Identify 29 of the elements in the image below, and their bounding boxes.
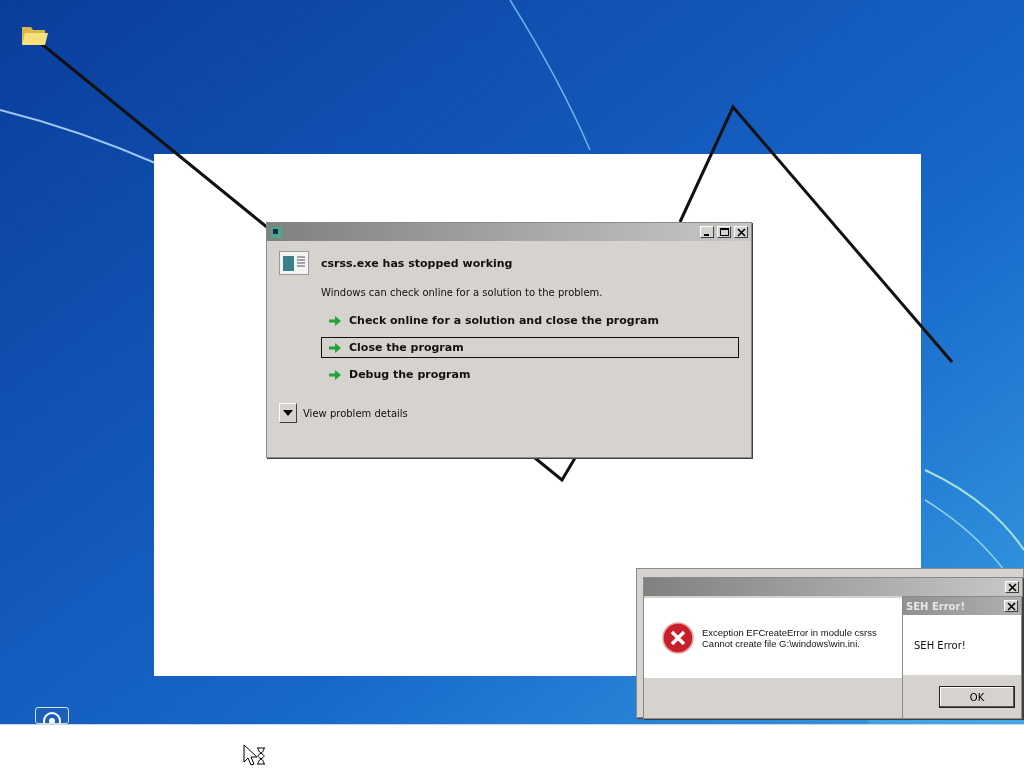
close-button[interactable] — [734, 226, 748, 238]
maximize-icon — [719, 228, 729, 236]
dialog-message: Windows can check online for a solution to the problem. — [321, 287, 604, 298]
ok-button[interactable]: OK — [939, 686, 1015, 708]
busy-cursor-icon — [243, 744, 267, 766]
close-button[interactable] — [1005, 581, 1019, 593]
app-icon — [270, 225, 283, 239]
close-button[interactable] — [1004, 600, 1018, 612]
option-link[interactable]: Close the program — [321, 337, 739, 358]
error-message: Cannot create file G:\windows\win.ini. — [702, 638, 861, 649]
caret-icon — [283, 410, 293, 416]
arrow-icon — [328, 314, 342, 327]
close-icon — [1007, 582, 1017, 592]
close-icon — [736, 227, 746, 237]
error-message: Exception EFCreateError in module csrss — [702, 627, 877, 638]
window-title: SEH Error! — [906, 600, 965, 612]
error-message: SEH Error! — [914, 639, 966, 651]
option-link[interactable]: Debug the program — [321, 364, 739, 385]
window-icon — [279, 251, 309, 275]
minimize-button[interactable] — [700, 226, 714, 238]
dialog-heading: csrss.exe has stopped working — [321, 256, 513, 270]
option-link[interactable]: Check online for a solution and close the program — [321, 310, 739, 331]
close-icon — [1006, 601, 1016, 611]
maximize-button[interactable] — [717, 226, 731, 238]
expand-button[interactable] — [279, 403, 297, 423]
details-label[interactable]: View problem details — [303, 407, 408, 419]
arrow-icon — [328, 368, 342, 381]
error-icon — [662, 622, 694, 654]
arrow-icon — [328, 341, 342, 354]
